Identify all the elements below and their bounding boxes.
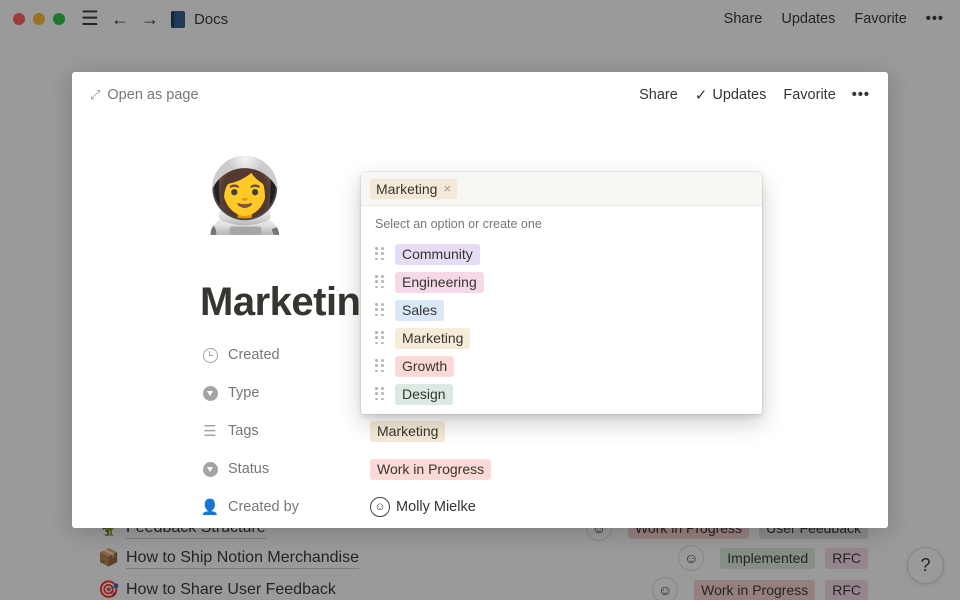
property-label: Created [228, 347, 280, 363]
option-label: Engineering [395, 271, 484, 293]
property-tags[interactable]: ☰ Tags Marketing [202, 416, 802, 446]
status-badge: Work in Progress [370, 458, 492, 480]
option-growth[interactable]: Growth [361, 352, 762, 380]
option-label: Sales [395, 299, 445, 321]
option-sales[interactable]: Sales [361, 296, 762, 324]
option-list: Community Engineering Sales Marketing Gr… [361, 240, 762, 408]
modal-favorite-button[interactable]: Favorite [783, 87, 835, 103]
property-label: Tags [228, 423, 259, 439]
selected-tag-chip: Marketing × [370, 178, 458, 199]
expand-icon: ⤢ [90, 87, 101, 102]
drag-handle-icon[interactable] [375, 331, 385, 345]
tag-select-dropdown: Marketing × Select an option or create o… [361, 172, 762, 414]
option-design[interactable]: Design [361, 380, 762, 408]
person-icon: 👤 [200, 499, 220, 516]
list-icon: ☰ [203, 423, 217, 440]
option-label: Growth [395, 355, 455, 377]
option-engineering[interactable]: Engineering [361, 268, 762, 296]
modal-header: ⤢ Open as page Share ✓ Updates Favorite … [72, 84, 888, 106]
selected-tag-label: Marketing [376, 180, 438, 197]
remove-tag-icon[interactable]: × [443, 180, 451, 198]
select-icon [202, 385, 218, 401]
modal-more-options-icon[interactable]: ••• [852, 87, 870, 103]
avatar: ☺ [370, 497, 390, 517]
open-as-page-button[interactable]: ⤢ Open as page [90, 87, 199, 103]
modal-updates-button[interactable]: Updates [712, 87, 766, 103]
drag-handle-icon[interactable] [375, 275, 385, 289]
drag-handle-icon[interactable] [375, 359, 385, 373]
property-label: Created by [228, 499, 299, 515]
property-label: Status [228, 461, 270, 477]
option-label: Community [395, 243, 480, 265]
property-label: Type [228, 385, 260, 401]
check-icon: ✓ [694, 87, 708, 104]
open-as-page-label: Open as page [107, 87, 199, 103]
page-title[interactable]: Marketing [200, 280, 385, 325]
modal-share-button[interactable]: Share [639, 87, 678, 103]
option-community[interactable]: Community [361, 240, 762, 268]
option-label: Design [395, 383, 453, 405]
option-label: Marketing [395, 327, 471, 349]
drag-handle-icon[interactable] [375, 387, 385, 401]
drag-handle-icon[interactable] [375, 303, 385, 317]
clock-icon [202, 347, 218, 363]
select-icon [202, 461, 218, 477]
drag-handle-icon[interactable] [375, 247, 385, 261]
property-status[interactable]: Status Work in Progress [202, 454, 802, 484]
property-created-by[interactable]: 👤 Created by ☺ Molly Mielke [200, 492, 802, 522]
dropdown-hint: Select an option or create one [375, 217, 542, 231]
creator-name: Molly Mielke [396, 499, 476, 515]
page-icon-astronaut[interactable]: 👩‍🚀 [200, 160, 290, 232]
option-marketing[interactable]: Marketing [361, 324, 762, 352]
tag-badge: Marketing [370, 420, 446, 442]
tag-search-input[interactable]: Marketing × [361, 172, 762, 206]
